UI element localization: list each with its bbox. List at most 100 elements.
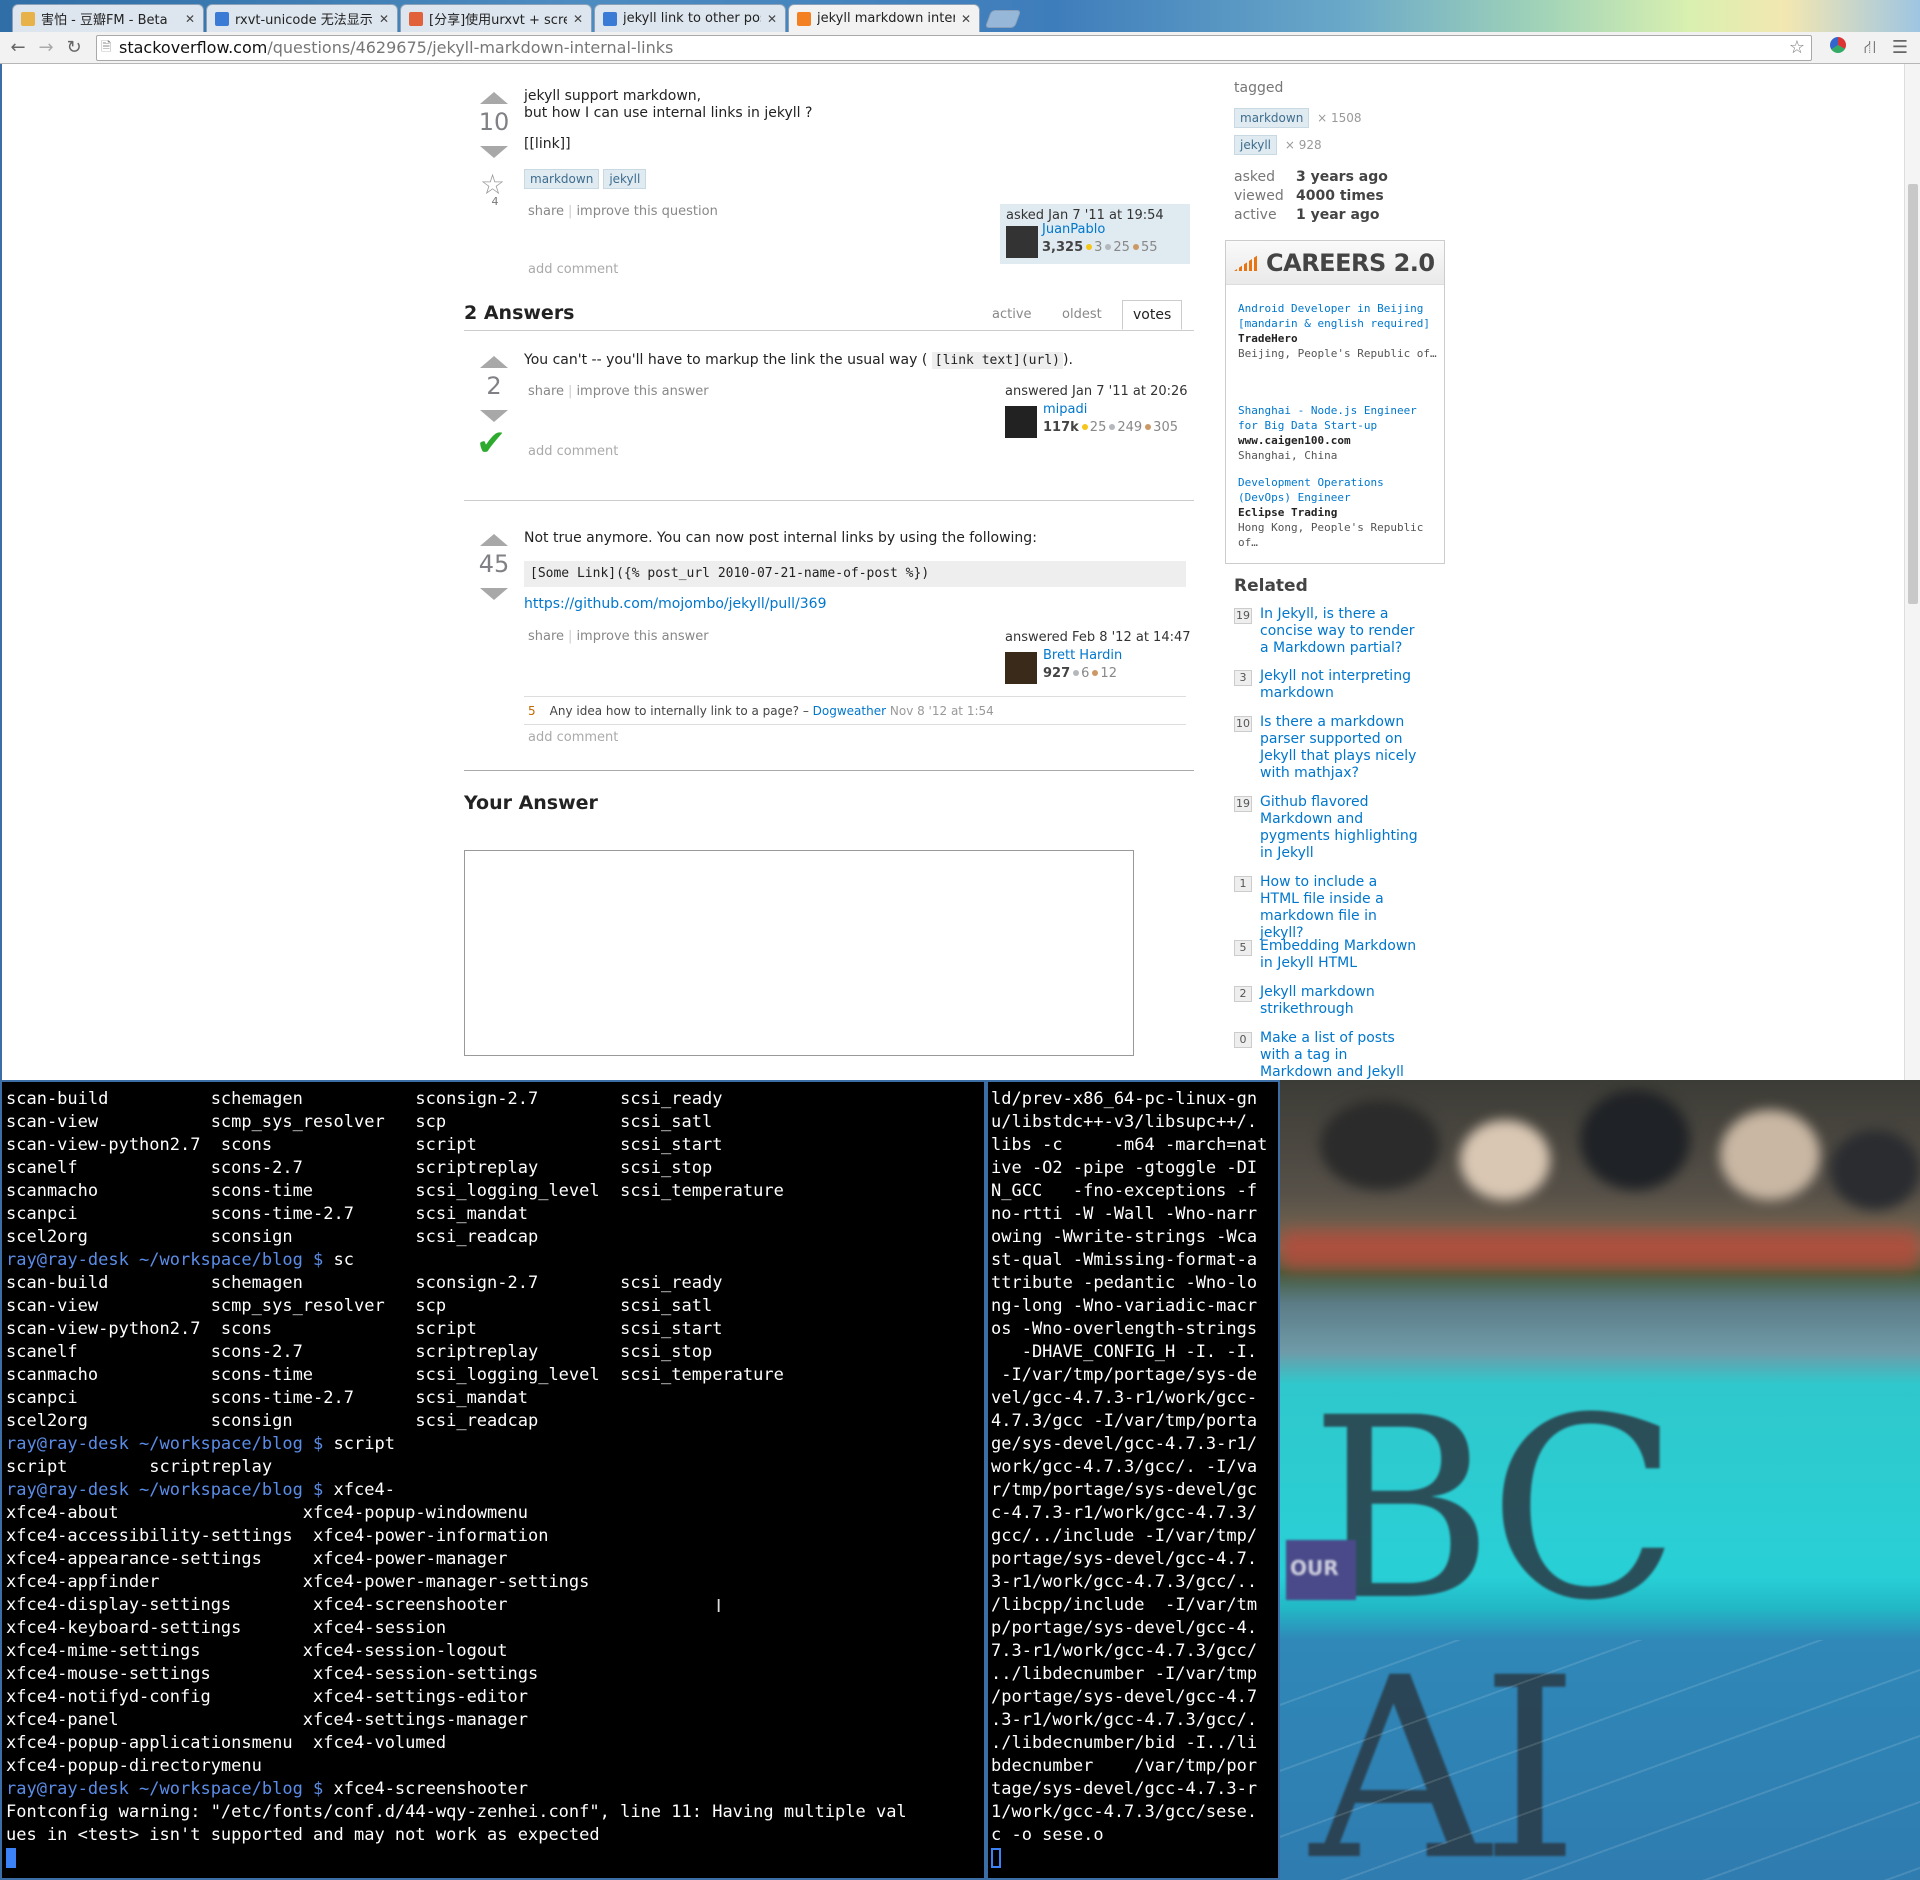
answer-upvote[interactable] (480, 534, 508, 546)
answer-upvote[interactable] (480, 356, 508, 368)
improve-answer-link[interactable]: improve this answer (576, 384, 708, 399)
related-question-link[interactable]: Jekyll not interpreting markdown (1260, 668, 1420, 702)
reload-icon[interactable]: ↻ (62, 36, 86, 60)
menu-icon[interactable]: ☰ (1888, 36, 1912, 60)
avatar[interactable] (1005, 406, 1037, 438)
bronze-badges: 12 (1100, 666, 1117, 681)
close-tab-icon[interactable]: ✕ (573, 12, 583, 26)
browser-toolbar: ← → ↻ 🗎 stackoverflow.com/questions/4629… (0, 32, 1920, 64)
tab-active[interactable]: active (992, 307, 1032, 322)
user-reputation: 117k 25 249 305 (1043, 420, 1178, 435)
answer-text: ). (1062, 352, 1073, 368)
job-listing[interactable]: Shanghai - Node.js Engineer for Big Data… (1238, 403, 1438, 463)
answered-label: answered Feb 8 '12 at 14:47 (1005, 630, 1191, 645)
terminal-line: scanmacho scons-time scsi_logging_level … (6, 1181, 784, 1201)
stat-label: asked (1234, 169, 1275, 185)
tab-oldest[interactable]: oldest (1062, 307, 1102, 322)
terminal-line: xfce4-popup-applicationsmenu xfce4-volum… (6, 1733, 447, 1753)
share-link[interactable]: share (528, 384, 564, 399)
bronze-badges: 305 (1153, 420, 1178, 435)
related-question-link[interactable]: Make a list of posts with a tag in Markd… (1260, 1030, 1420, 1080)
avatar[interactable] (1006, 226, 1038, 258)
user-name[interactable]: JuanPablo (1042, 222, 1105, 237)
silver-badges: 249 (1117, 420, 1143, 435)
comment-text: Any idea how to internally link to a pag… (549, 704, 809, 718)
share-link[interactable]: share (528, 204, 564, 219)
answer-textarea[interactable] (464, 850, 1134, 1056)
browser-tab[interactable]: 害怕 - 豆瓣FM - Beta ✕ (12, 4, 204, 32)
avatar[interactable] (1005, 652, 1037, 684)
terminal-line: os -Wno-overlength-strings (991, 1319, 1258, 1339)
job-title[interactable]: Development Operations (DevOps) Engineer (1238, 475, 1438, 505)
job-title[interactable]: Shanghai - Node.js Engineer for Big Data… (1238, 403, 1438, 433)
shield-icon[interactable]: ⛙ (1858, 36, 1882, 60)
scrollbar-thumb[interactable] (1908, 184, 1918, 604)
add-comment-link[interactable]: add comment (528, 444, 618, 459)
related-question-link[interactable]: Jekyll markdown strikethrough (1260, 984, 1420, 1018)
tag-markdown[interactable]: markdown (1234, 108, 1310, 128)
careers-signal-icon (1234, 255, 1258, 271)
forward-arrow-icon[interactable]: → (34, 36, 58, 60)
answer-menu: share | improve this answer (528, 629, 709, 644)
related-question-link[interactable]: Embedding Markdown in Jekyll HTML (1260, 938, 1420, 972)
improve-question-link[interactable]: improve this question (576, 204, 717, 219)
job-listing[interactable]: Android Developer in Beijing [mandarin &… (1238, 301, 1438, 361)
terminal-line: /libcpp/include -I/var/tm (991, 1595, 1258, 1615)
terminal-line: xfce4-keyboard-settings xfce4-session (6, 1618, 447, 1638)
extension-icon[interactable] (1826, 36, 1850, 60)
question-downvote[interactable] (480, 146, 508, 158)
back-arrow-icon[interactable]: ← (6, 36, 30, 60)
careers-header: CAREERS 2.0 (1226, 241, 1444, 285)
new-tab-button[interactable] (984, 10, 1022, 28)
page-scrollbar[interactable] (1904, 64, 1920, 1080)
answer-downvote[interactable] (480, 588, 508, 600)
tag-jekyll[interactable]: jekyll (603, 169, 647, 189)
address-bar[interactable]: 🗎 stackoverflow.com/questions/4629675/je… (96, 35, 1812, 61)
share-link[interactable]: share (528, 629, 564, 644)
add-comment-link[interactable]: add comment (528, 730, 618, 745)
related-question-link[interactable]: How to include a HTML file inside a mark… (1260, 874, 1420, 942)
close-tab-icon[interactable]: ✕ (185, 12, 195, 26)
tag-count: × 928 (1284, 138, 1322, 152)
answer-downvote[interactable] (480, 410, 508, 422)
answer-text: Not true anymore. You can now post inter… (524, 530, 1037, 546)
related-question-link[interactable]: In Jekyll, is there a concise way to ren… (1260, 606, 1420, 657)
gold-badges: 25 (1089, 420, 1107, 435)
github-link[interactable]: https://github.com/mojombo/jekyll/pull/3… (524, 596, 826, 612)
job-listing[interactable]: Development Operations (DevOps) Engineer… (1238, 475, 1438, 550)
star-icon[interactable]: ☆ (1789, 36, 1805, 60)
browser-tab[interactable]: jekyll link to other posts ✕ (594, 4, 786, 32)
terminal-line: ld/prev-x86_64-pc-linux-gn (991, 1089, 1258, 1109)
terminal-line: scel2org sconsign scsi_readcap (6, 1227, 539, 1247)
improve-answer-link[interactable]: improve this answer (576, 629, 708, 644)
answer-menu: share | improve this answer (528, 384, 709, 399)
terminal-left[interactable]: scan-build schemagen sconsign-2.7 scsi_r… (0, 1080, 986, 1880)
stat-label: active (1234, 207, 1277, 223)
terminal-build-output[interactable]: ld/prev-x86_64-pc-linux-gn u/libstdc++-v3… (986, 1080, 1280, 1880)
terminal-line: N_GCC -fno-exceptions -f (991, 1181, 1258, 1201)
user-name[interactable]: Brett Hardin (1043, 648, 1122, 663)
related-question-link[interactable]: Github flavored Markdown and pygments hi… (1260, 794, 1420, 862)
comment-user[interactable]: Dogweather (813, 704, 886, 718)
terminal-line: ../libdecnumber -I/var/tmp (991, 1664, 1258, 1684)
browser-tab[interactable]: [分享]使用urxvt + scree ✕ (400, 4, 592, 32)
tab-votes[interactable]: votes (1122, 300, 1183, 330)
tag-markdown[interactable]: markdown (524, 169, 600, 189)
tag-jekyll[interactable]: jekyll (1234, 135, 1278, 155)
close-tab-icon[interactable]: ✕ (379, 12, 389, 26)
user-name[interactable]: mipadi (1043, 402, 1087, 417)
shell-command: script (323, 1434, 395, 1454)
tab-title: [分享]使用urxvt + scree (429, 13, 567, 28)
close-tab-icon[interactable]: ✕ (767, 12, 777, 26)
shell-prompt: ray@ray-desk ~/workspace/blog $ (6, 1434, 324, 1454)
terminal-line: work/gcc-4.7.3/gcc/. -I/va (991, 1457, 1258, 1477)
browser-tab[interactable]: rxvt-unicode 无法显示简 ✕ (206, 4, 398, 32)
terminal-line: xfce4-appearance-settings xfce4-power-ma… (6, 1549, 508, 1569)
close-tab-icon[interactable]: ✕ (961, 12, 971, 26)
related-question-link[interactable]: Is there a markdown parser supported on … (1260, 714, 1420, 782)
job-title[interactable]: Android Developer in Beijing [mandarin &… (1238, 301, 1438, 331)
add-comment-link[interactable]: add comment (528, 262, 618, 277)
question-upvote[interactable] (480, 92, 508, 104)
browser-tab[interactable]: jekyll markdown interna ✕ (788, 4, 980, 32)
job-company: TradeHero (1238, 332, 1298, 345)
